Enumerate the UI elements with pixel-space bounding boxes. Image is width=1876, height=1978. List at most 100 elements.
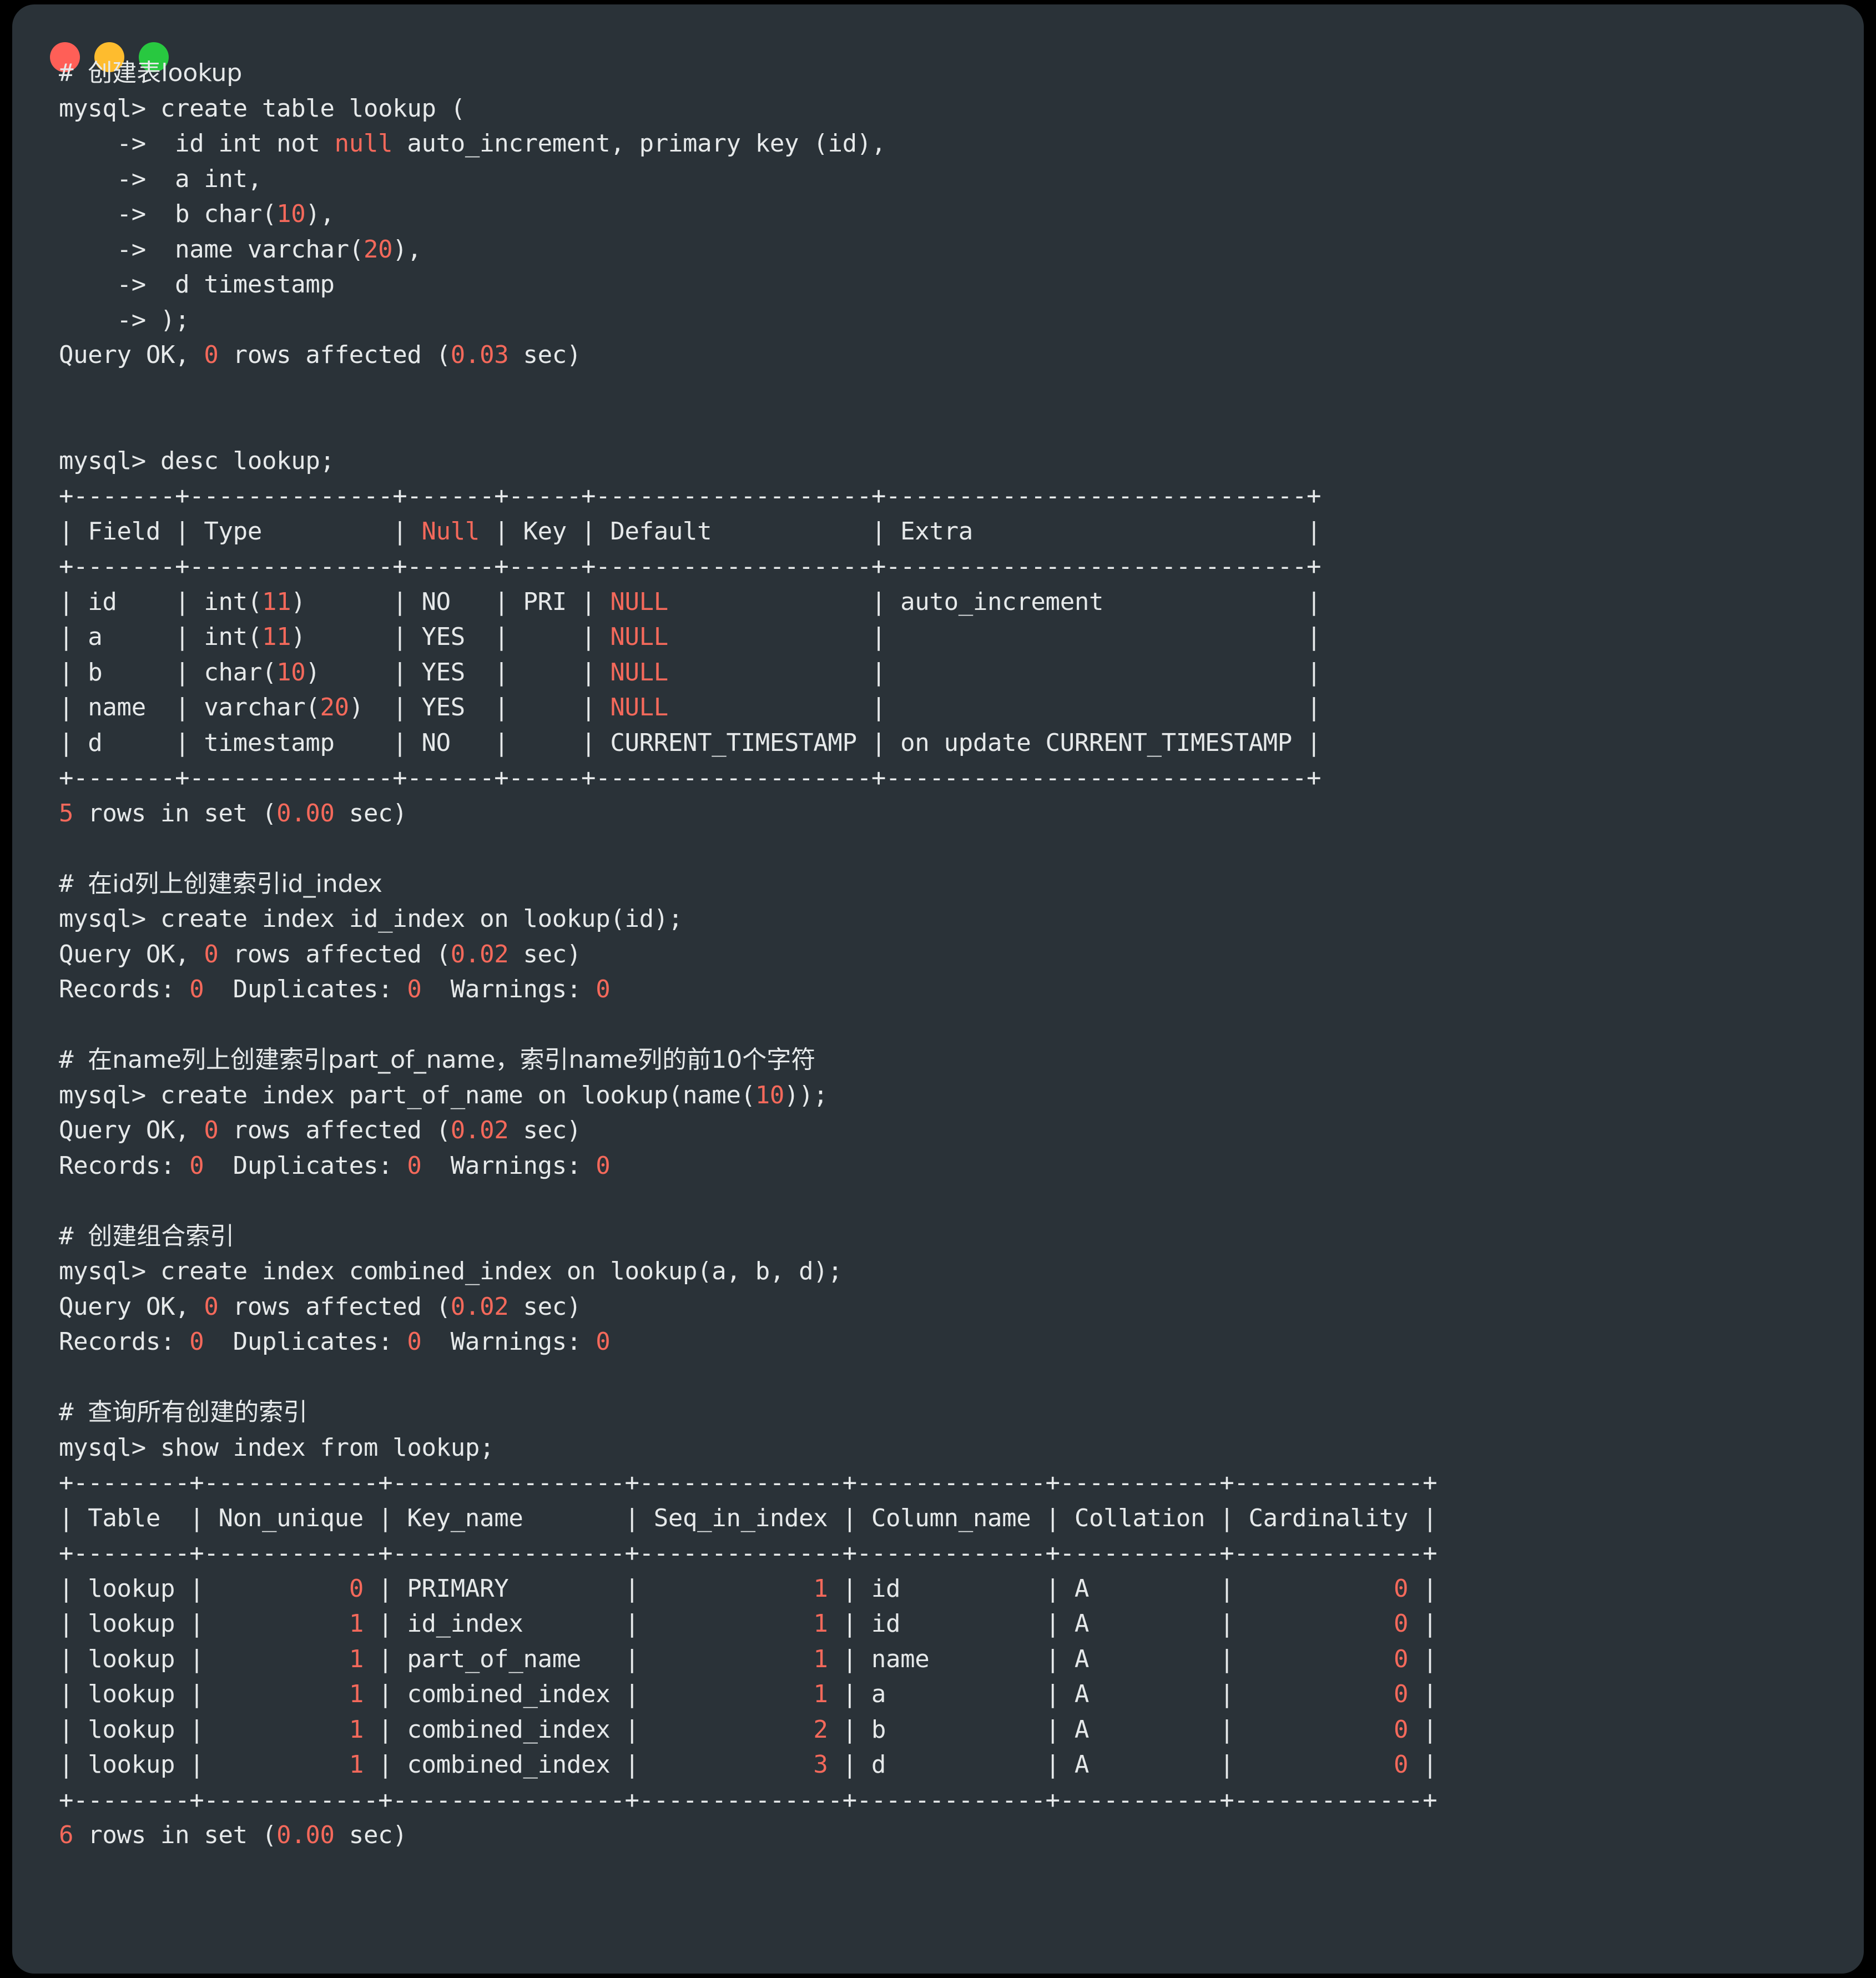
terminal-value: 1: [349, 1609, 364, 1638]
terminal-text: -> );: [59, 305, 190, 334]
terminal-line: | lookup | 1 | combined_index | 3 | d | …: [12, 1747, 1864, 1783]
terminal-text: | combined_index |: [363, 1680, 814, 1708]
terminal-text: Warnings:: [421, 975, 596, 1003]
terminal-value: 0.00: [276, 1821, 335, 1849]
terminal-value: 1: [349, 1644, 364, 1673]
terminal-line: +-------+--------------+------+-----+---…: [12, 478, 1864, 514]
terminal-line: 5 rows in set (0.00 sec): [12, 796, 1864, 831]
terminal-text: Warnings:: [421, 1151, 596, 1180]
terminal-line: | Field | Type | Null | Key | Default | …: [12, 514, 1864, 549]
terminal-text: | id_index |: [363, 1609, 814, 1638]
terminal-value: 0: [189, 1328, 204, 1356]
terminal-value: 1: [349, 1680, 364, 1708]
terminal-text: ) | NO | PRI |: [291, 587, 611, 616]
terminal-text: Records:: [59, 975, 190, 1003]
terminal-text: #: [59, 1046, 88, 1074]
terminal-text: | name | A |: [828, 1644, 1394, 1673]
terminal-line: Query OK, 0 rows affected (0.02 sec): [12, 937, 1864, 972]
terminal-text: Records:: [59, 1151, 190, 1180]
terminal-text: rows in set (: [73, 1821, 277, 1849]
terminal-text: |: [1408, 1609, 1438, 1638]
terminal-text: mysql> create table lookup (: [59, 94, 465, 123]
terminal-text: ),: [305, 200, 335, 228]
terminal-text: 创建组合索引: [88, 1222, 235, 1250]
terminal-text: | lookup |: [59, 1750, 349, 1779]
terminal-text: sec): [334, 1821, 407, 1849]
terminal-value: 20: [363, 235, 393, 264]
terminal-value: 0: [1393, 1644, 1409, 1673]
terminal-text: Warnings:: [421, 1328, 596, 1356]
terminal-text: | a | int(: [59, 623, 262, 651]
terminal-text: |: [1408, 1644, 1438, 1673]
terminal-value: 0: [189, 975, 204, 1003]
terminal-value: 6: [59, 1821, 74, 1849]
terminal-text: rows affected (: [218, 1116, 451, 1144]
terminal-text: | part_of_name |: [363, 1644, 814, 1673]
terminal-line: | lookup | 1 | id_index | 1 | id | A | 0…: [12, 1606, 1864, 1642]
terminal-value: 1: [813, 1644, 828, 1673]
terminal-output[interactable]: # 创建表lookup mysql> create table lookup ( …: [12, 55, 1864, 1853]
terminal-value: 10: [276, 200, 306, 228]
terminal-value: NULL: [610, 658, 668, 687]
terminal-text: 在name列上创建索引part_of_name，索引name列的前10个字符: [88, 1046, 816, 1074]
terminal-line: mysql> create index combined_index on lo…: [12, 1254, 1864, 1289]
terminal-text: | Table | Non_unique | Key_name | Seq_in…: [59, 1503, 1438, 1532]
terminal-value: 11: [261, 623, 291, 651]
terminal-text: -> a int,: [59, 164, 263, 193]
terminal-line: | b | char(10) | YES | | NULL | |: [12, 655, 1864, 690]
terminal-text: mysql> desc lookup;: [59, 446, 335, 475]
terminal-line: | a | int(11) | YES | | NULL | |: [12, 619, 1864, 655]
terminal-text: | lookup |: [59, 1680, 349, 1708]
terminal-text: Query OK,: [59, 341, 204, 369]
terminal-line: mysql> show index from lookup;: [12, 1430, 1864, 1466]
terminal-text: | auto_increment |: [668, 587, 1322, 616]
terminal-value: 0: [1393, 1750, 1409, 1779]
terminal-line: | name | varchar(20) | YES | | NULL | |: [12, 690, 1864, 725]
terminal-text: | |: [668, 658, 1322, 687]
terminal-text: ) | YES | |: [349, 693, 611, 721]
terminal-text: mysql> create index id_index on lookup(i…: [59, 905, 683, 933]
terminal-text: |: [1408, 1750, 1438, 1779]
terminal-text: #: [59, 1398, 88, 1426]
terminal-value: 0: [204, 341, 219, 369]
terminal-value: 3: [813, 1750, 828, 1779]
terminal-text: +--------+------------+----------------+…: [59, 1539, 1438, 1567]
terminal-line: | Table | Non_unique | Key_name | Seq_in…: [12, 1501, 1864, 1536]
terminal-value: 0: [204, 1116, 219, 1144]
terminal-value: 0: [407, 1328, 422, 1356]
terminal-value: 0: [204, 940, 219, 968]
terminal-text: | lookup |: [59, 1644, 349, 1673]
terminal-text: | b | char(: [59, 658, 277, 687]
terminal-line: +--------+------------+----------------+…: [12, 1465, 1864, 1501]
terminal-value: NULL: [610, 623, 668, 651]
terminal-value: NULL: [610, 587, 668, 616]
terminal-value: 0: [189, 1151, 204, 1180]
terminal-text: |: [1408, 1680, 1438, 1708]
terminal-value: 10: [755, 1081, 785, 1109]
terminal-text: sec): [334, 799, 407, 827]
terminal-line: Records: 0 Duplicates: 0 Warnings: 0: [12, 1324, 1864, 1360]
terminal-text: | id | A |: [828, 1574, 1394, 1603]
terminal-value: 1: [349, 1715, 364, 1744]
terminal-line: mysql> desc lookup;: [12, 443, 1864, 479]
terminal-line: Records: 0 Duplicates: 0 Warnings: 0: [12, 1148, 1864, 1184]
terminal-value: 0.00: [276, 799, 335, 827]
terminal-line: Query OK, 0 rows affected (0.02 sec): [12, 1113, 1864, 1148]
terminal-text: | b | A |: [828, 1715, 1394, 1744]
terminal-value: NULL: [610, 693, 668, 721]
terminal-line: -> a int,: [12, 162, 1864, 197]
terminal-text: 在id列上创建索引id_index: [88, 869, 382, 898]
terminal-text: Records:: [59, 1328, 190, 1356]
terminal-text: +--------+------------+----------------+…: [59, 1469, 1438, 1497]
terminal-text: #: [59, 59, 88, 87]
terminal-text: Duplicates:: [204, 1151, 407, 1180]
terminal-value: 0: [1393, 1680, 1409, 1708]
terminal-line: +-------+--------------+------+-----+---…: [12, 760, 1864, 796]
terminal-line: | lookup | 0 | PRIMARY | 1 | id | A | 0 …: [12, 1571, 1864, 1607]
terminal-value: null: [334, 129, 393, 158]
window-titlebar: [12, 4, 1864, 72]
terminal-text: sec): [508, 940, 582, 968]
